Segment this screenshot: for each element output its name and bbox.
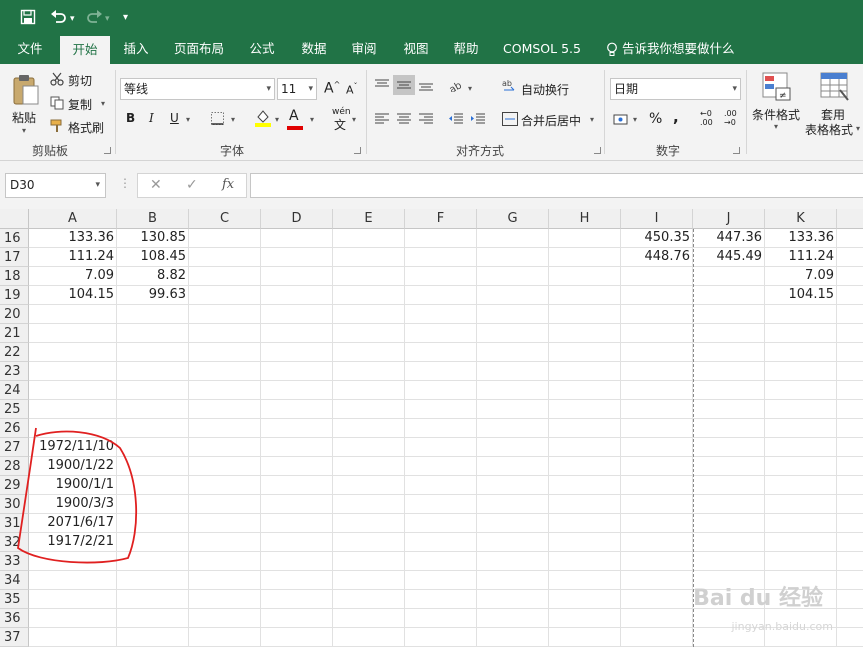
watermark-url: jingyan.baidu.com	[731, 620, 833, 633]
watermark-logo: Bai du 经验	[693, 586, 823, 611]
annotation-stroke	[17, 427, 138, 564]
red-annotation-circle	[17, 427, 138, 564]
